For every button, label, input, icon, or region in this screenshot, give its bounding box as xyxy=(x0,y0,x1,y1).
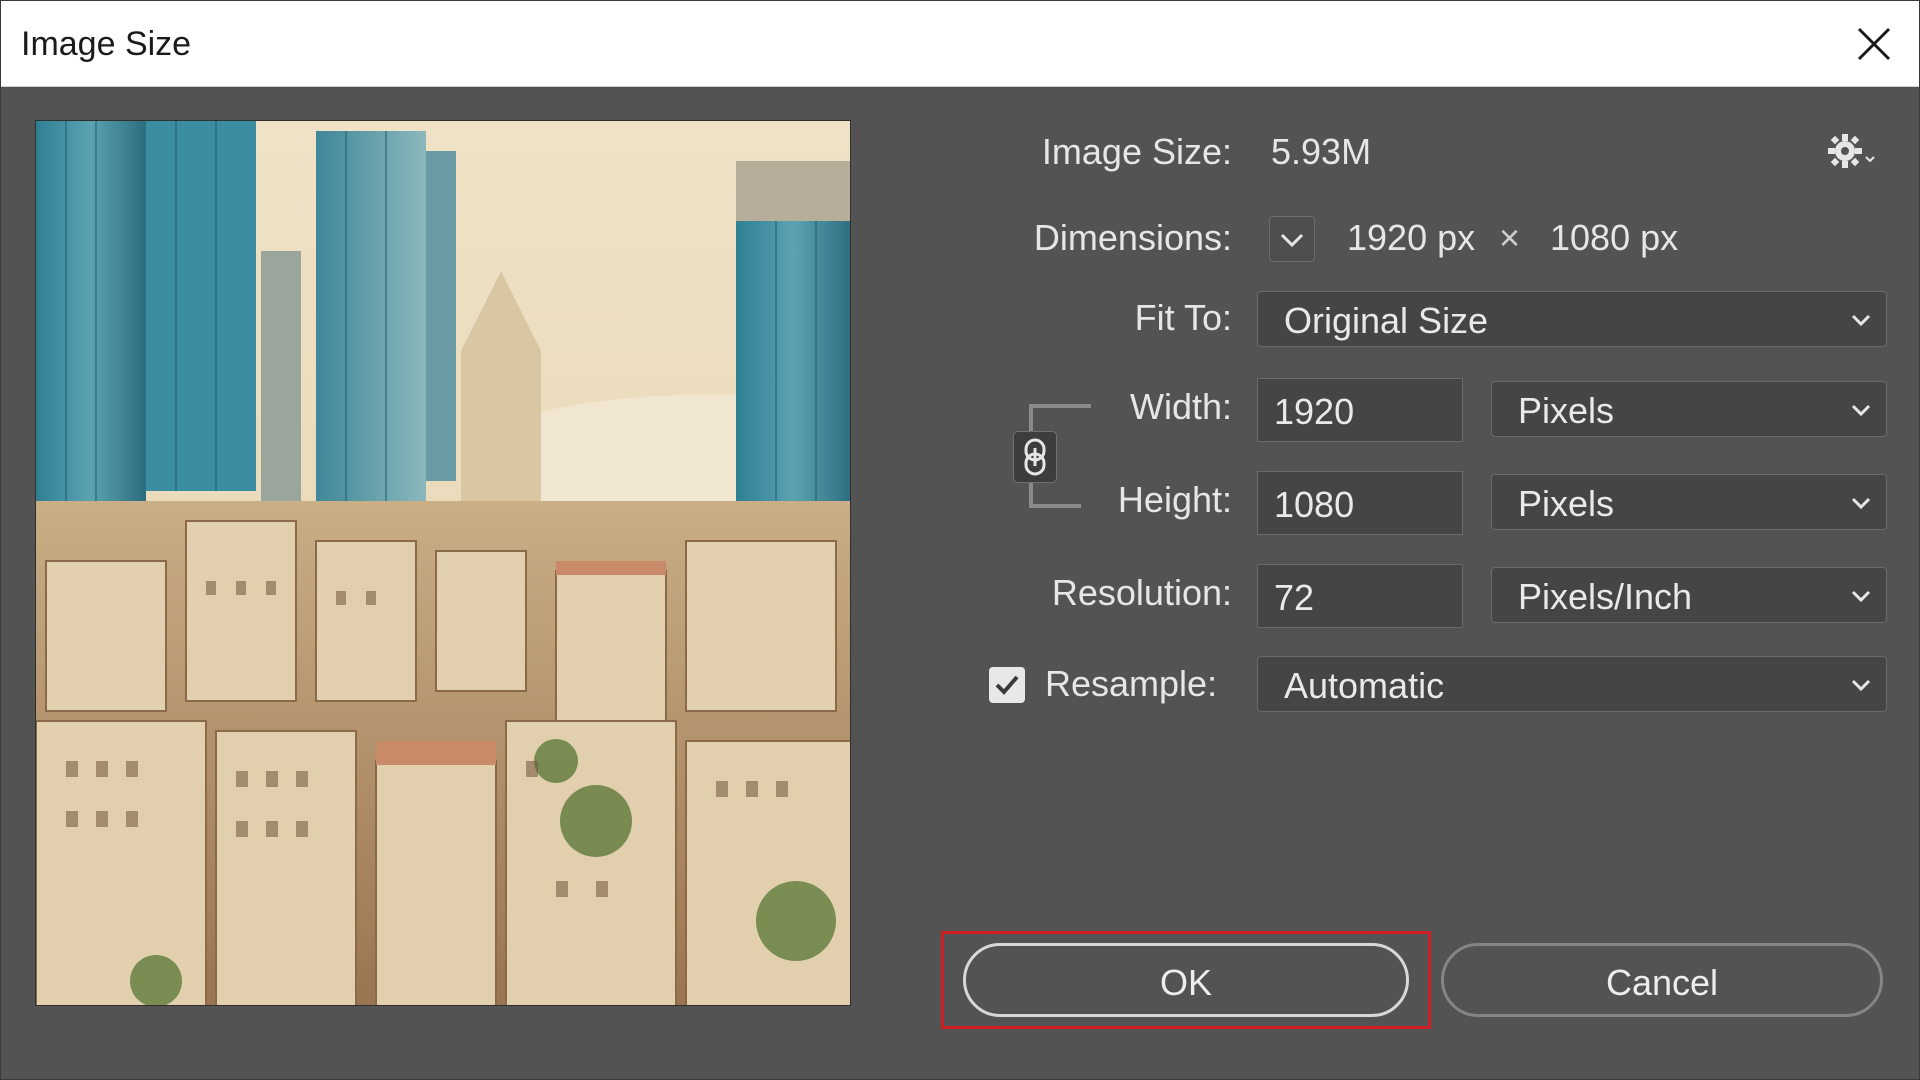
chevron-down-icon xyxy=(1851,497,1871,510)
dimensions-toggle[interactable] xyxy=(1269,216,1315,262)
fit-to-value: Original Size xyxy=(1284,300,1489,341)
cancel-button-label: Cancel xyxy=(1605,962,1719,1003)
resolution-label: Resolution: xyxy=(1051,572,1232,613)
dimensions-width: 1920 px xyxy=(1347,217,1476,258)
chevron-down-icon xyxy=(1851,314,1871,327)
cancel-button[interactable]: Cancel xyxy=(1441,943,1883,1017)
height-unit-value: Pixels xyxy=(1518,483,1615,524)
height-input-value: 1080 xyxy=(1274,484,1355,525)
width-unit-value: Pixels xyxy=(1518,390,1615,431)
resample-method-value: Automatic xyxy=(1284,665,1445,706)
resample-checkbox[interactable] xyxy=(989,667,1025,703)
resolution-unit-value: Pixels/Inch xyxy=(1518,576,1693,617)
resample-label: Resample: xyxy=(1045,663,1218,704)
chevron-down-icon xyxy=(1851,679,1871,692)
width-label: Width: xyxy=(1129,386,1232,427)
ok-button[interactable]: OK xyxy=(963,943,1409,1017)
constrain-bracket-top xyxy=(1029,404,1091,434)
fit-to-select[interactable]: Original Size xyxy=(1257,291,1887,347)
width-unit-select[interactable]: Pixels xyxy=(1491,381,1887,437)
resample-method-select[interactable]: Automatic xyxy=(1257,656,1887,712)
image-size-dialog: Image Size Image Size: 5.93M Dimensions:… xyxy=(0,0,1920,1080)
gear-icon[interactable] xyxy=(1827,131,1877,171)
chevron-down-icon xyxy=(1851,404,1871,417)
dimensions-label: Dimensions: xyxy=(1033,217,1232,258)
ok-button-label: OK xyxy=(1159,962,1212,1003)
constrain-proportions-button[interactable] xyxy=(1013,431,1057,483)
dialog-title: Image Size xyxy=(21,25,192,63)
image-preview[interactable] xyxy=(35,120,851,1006)
chevron-down-icon xyxy=(1851,590,1871,603)
resolution-input[interactable]: 72 xyxy=(1257,564,1463,628)
dimensions-times: × xyxy=(1499,217,1521,258)
width-input-value: 1920 xyxy=(1274,391,1355,432)
close-icon[interactable] xyxy=(1851,21,1897,67)
height-unit-select[interactable]: Pixels xyxy=(1491,474,1887,530)
resolution-unit-select[interactable]: Pixels/Inch xyxy=(1491,567,1887,623)
resolution-input-value: 72 xyxy=(1274,577,1315,618)
chevron-down-icon xyxy=(1280,233,1304,248)
width-input[interactable]: 1920 xyxy=(1257,378,1463,442)
height-input[interactable]: 1080 xyxy=(1257,471,1463,535)
dimensions-height: 1080 px xyxy=(1550,217,1679,258)
city-preview-image xyxy=(36,121,850,1005)
height-label: Height: xyxy=(1117,479,1232,520)
title-bar: Image Size xyxy=(1,1,1919,87)
image-size-label: Image Size: xyxy=(1041,131,1232,172)
image-size-value: 5.93M xyxy=(1271,131,1372,172)
link-chain-icon xyxy=(1024,438,1046,476)
checkmark-icon xyxy=(995,675,1019,695)
fit-to-label: Fit To: xyxy=(1134,297,1232,338)
